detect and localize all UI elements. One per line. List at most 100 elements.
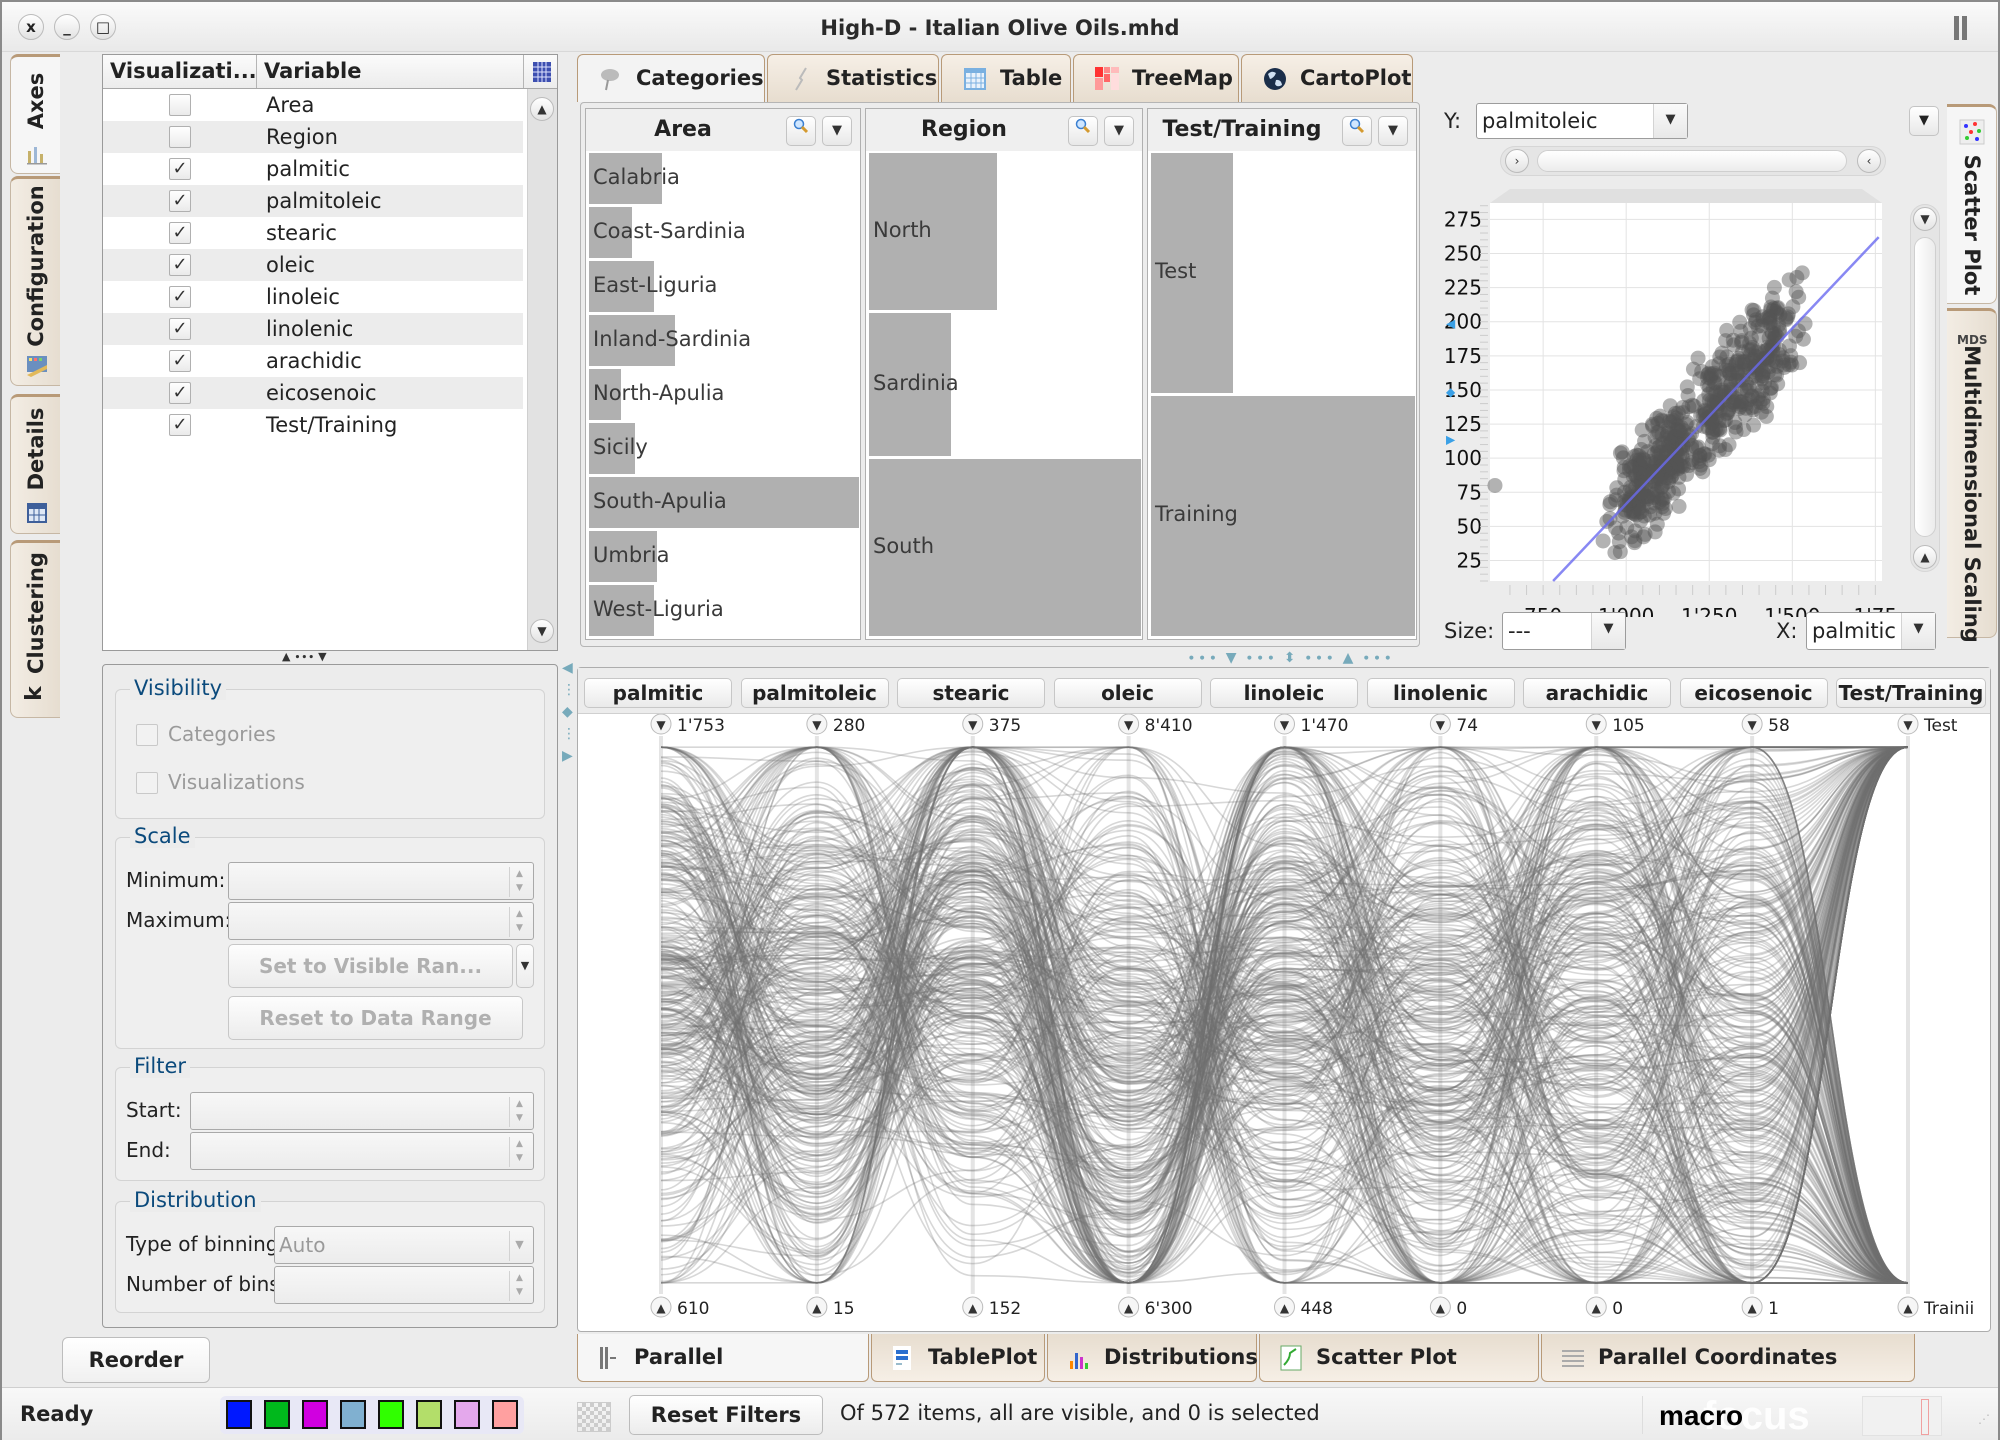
set-visible-range-dropdown[interactable]: ▼: [516, 944, 534, 988]
axis-header-button[interactable]: palmitoleic: [740, 678, 889, 708]
transparent-color-swatch[interactable]: [577, 1402, 611, 1432]
variable-row[interactable]: ✓ stearic: [103, 217, 523, 249]
axis-min-handle[interactable]: ▲: [962, 1296, 984, 1318]
binning-type-select[interactable]: Auto ▼: [274, 1226, 534, 1264]
category-item[interactable]: Umbria: [589, 531, 859, 582]
category-item[interactable]: Calabria: [589, 153, 859, 204]
scatter-point[interactable]: [1602, 494, 1618, 510]
range-filter-handle-icon[interactable]: ◆: [1446, 385, 1456, 399]
horizontal-splitter[interactable]: ∙∙∙ ▼ ∙∙∙ ⬍ ∙∙∙ ▲ ∙∙∙: [1187, 650, 1394, 666]
scatter-point[interactable]: [1636, 529, 1652, 545]
spinner-arrows-icon[interactable]: ▲ ▼: [509, 1097, 529, 1127]
scatter-point[interactable]: [1662, 430, 1678, 446]
category-item[interactable]: North: [869, 153, 1141, 311]
scatter-point[interactable]: [1615, 450, 1631, 466]
visualization-checkbox[interactable]: ✓: [169, 158, 191, 180]
axis-min-handle[interactable]: ▲: [1585, 1296, 1607, 1318]
tab-scatter-plot-matrix[interactable]: Scatter Plot Matrix: [1259, 1334, 1539, 1415]
axis-min-handle[interactable]: ▲: [1118, 1296, 1140, 1318]
color-swatch[interactable]: [226, 1400, 252, 1429]
zoom-button[interactable]: [1068, 116, 1098, 146]
scatter-point[interactable]: [1791, 289, 1807, 305]
variable-row[interactable]: Region: [103, 121, 523, 153]
category-item[interactable]: North-Apulia: [589, 369, 859, 420]
variable-row[interactable]: ✓ linolenic: [103, 313, 523, 345]
visualization-checkbox[interactable]: ✓: [169, 382, 191, 404]
column-header-variable[interactable]: Variable: [257, 55, 524, 88]
scatter-point[interactable]: [1766, 279, 1782, 295]
scatter-plot[interactable]: 275250225200175150125100755025750 1'000 1'…: [1442, 187, 1902, 617]
scatter-point[interactable]: [1655, 476, 1671, 492]
axis-min-handle[interactable]: ▲: [806, 1296, 828, 1318]
tab-parallel-coordinates-matrix[interactable]: Parallel Coordinates Matrix: [1541, 1334, 1915, 1415]
category-item[interactable]: Sicily: [589, 423, 859, 474]
chevron-down-icon[interactable]: ▼: [509, 1231, 529, 1261]
scatter-point[interactable]: [1695, 464, 1711, 480]
scatter-point[interactable]: [1792, 355, 1808, 371]
variable-row[interactable]: ✓ arachidic: [103, 345, 523, 377]
spinner-arrows-icon[interactable]: ▲ ▼: [509, 1271, 529, 1301]
axis-max-handle[interactable]: ▼: [650, 714, 672, 735]
variable-row[interactable]: ✓ linoleic: [103, 281, 523, 313]
axis-header-button[interactable]: palmitic: [584, 678, 732, 708]
color-swatch[interactable]: [340, 1400, 366, 1429]
category-menu-button[interactable]: ▼: [1104, 116, 1134, 146]
scatter-point[interactable]: [1781, 338, 1797, 354]
y-variable-select[interactable]: palmitoleic ▼: [1476, 103, 1688, 139]
color-swatch[interactable]: [302, 1400, 328, 1429]
column-header-visualization[interactable]: Visualizati...: [103, 55, 257, 88]
scatter-point[interactable]: [1655, 491, 1671, 507]
color-swatch[interactable]: [416, 1400, 442, 1429]
scatter-point[interactable]: [1671, 498, 1687, 514]
visualization-checkbox[interactable]: [169, 94, 191, 116]
visualization-checkbox[interactable]: ✓: [169, 286, 191, 308]
scatter-point[interactable]: [1649, 410, 1665, 426]
visualization-checkbox[interactable]: ✓: [169, 350, 191, 372]
chevron-down-icon[interactable]: ▼: [1901, 613, 1935, 649]
resize-grip-icon[interactable]: ⋰: [1978, 1412, 1990, 1426]
scatter-point[interactable]: [1746, 302, 1762, 318]
scatter-point[interactable]: [1599, 513, 1615, 529]
visualization-checkbox[interactable]: ✓: [169, 254, 191, 276]
axis-header-button[interactable]: Test/Training: [1836, 678, 1986, 708]
variable-row[interactable]: Area: [103, 89, 523, 121]
axis-header-button[interactable]: linolenic: [1366, 678, 1515, 708]
filter-start-spinner[interactable]: ▲ ▼: [190, 1092, 534, 1130]
tab-clustering[interactable]: Clustering k: [10, 540, 60, 718]
scatter-point[interactable]: [1697, 403, 1713, 419]
x-range-left-handle[interactable]: ›: [1505, 149, 1529, 173]
overview-minimap[interactable]: [1862, 1396, 1942, 1436]
zoom-button[interactable]: [1342, 116, 1372, 146]
category-menu-button[interactable]: ▼: [1378, 116, 1408, 146]
visualization-checkbox[interactable]: [169, 126, 191, 148]
color-swatch[interactable]: [264, 1400, 290, 1429]
tab-treemap[interactable]: TreeMap: [1073, 54, 1239, 102]
spinner-arrows-icon[interactable]: ▲ ▼: [509, 907, 529, 937]
x-range-right-handle[interactable]: ‹: [1857, 149, 1881, 173]
scatter-point[interactable]: [1637, 433, 1653, 449]
visualizations-checkbox[interactable]: [136, 772, 158, 794]
panel-toggle-button[interactable]: [1952, 14, 1982, 42]
reset-data-range-button[interactable]: Reset to Data Range: [228, 996, 523, 1040]
category-menu-button[interactable]: ▼: [822, 116, 852, 146]
scatter-point[interactable]: [1719, 322, 1735, 338]
filter-end-spinner[interactable]: ▲ ▼: [190, 1132, 534, 1170]
tab-distributions[interactable]: Distributions: [1047, 1334, 1258, 1382]
category-item[interactable]: Training: [1151, 396, 1415, 636]
range-filter-handle-icon[interactable]: ◀: [1446, 317, 1456, 331]
categories-checkbox[interactable]: [136, 724, 158, 746]
tab-parallel-coordinates[interactable]: Parallel Coordinates: [577, 1334, 869, 1415]
tab-tableplot[interactable]: TablePlot: [871, 1334, 1045, 1382]
variable-row[interactable]: ✓ palmitic: [103, 153, 523, 185]
axis-max-handle[interactable]: ▼: [1274, 714, 1295, 735]
scatter-point[interactable]: [1487, 477, 1503, 493]
scatter-point[interactable]: [1595, 533, 1611, 549]
scatter-point[interactable]: [1737, 407, 1753, 423]
scatter-point[interactable]: [1707, 375, 1723, 391]
color-swatch[interactable]: [378, 1400, 404, 1429]
category-item[interactable]: Coast-Sardinia: [589, 207, 859, 258]
axis-max-handle[interactable]: ▼: [1741, 714, 1763, 735]
scatter-point[interactable]: [1712, 438, 1728, 454]
parallel-coordinates-plot[interactable]: ▼ 1'753 ▲ 610 ▼ 280 ▲ 15 ▼ 375 ▲ 152 ▼ 8'410 ▲ 6'300 ▼ 1'…: [578, 714, 1990, 1331]
size-variable-select[interactable]: --- ▼: [1502, 612, 1626, 650]
